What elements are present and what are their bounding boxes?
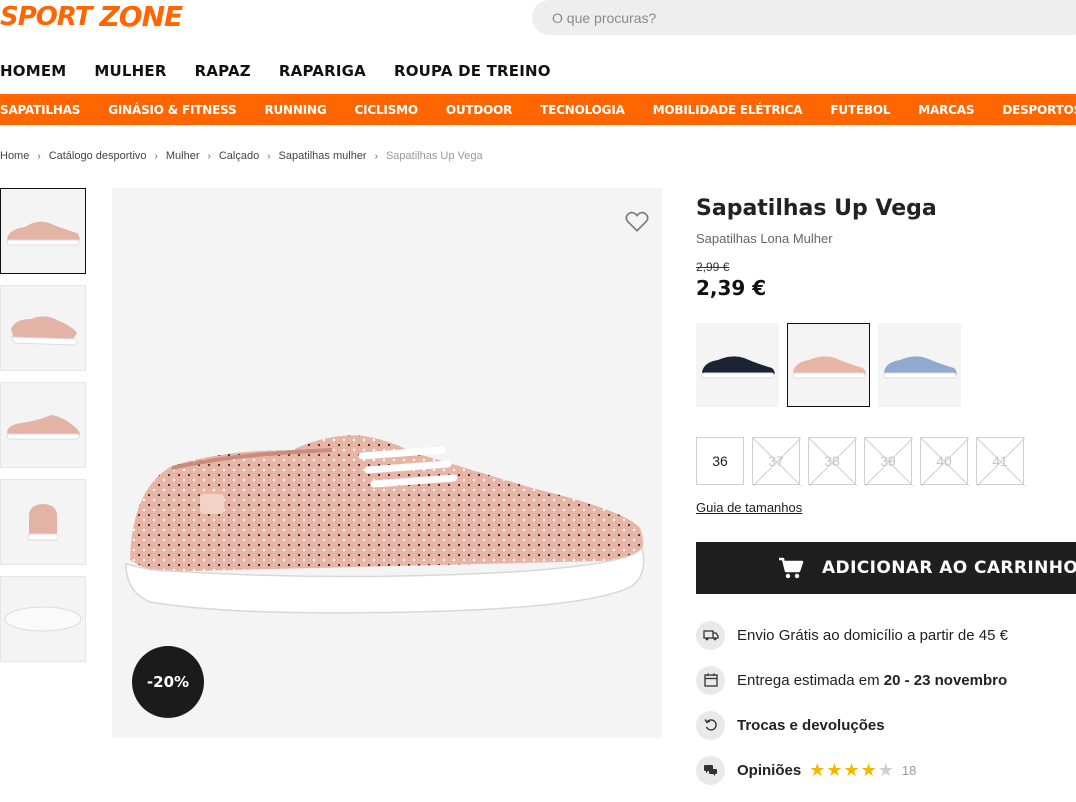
- perk-shipping-text: Envio Grátis ao domicílio a partir de 45…: [737, 626, 1008, 644]
- search-input[interactable]: [552, 9, 1032, 26]
- perk-delivery-prefix: Entrega estimada em: [737, 671, 884, 689]
- size-option-36[interactable]: 36: [696, 437, 744, 485]
- chevron-right-icon: ›: [37, 150, 41, 162]
- breadcrumb-calcado[interactable]: Calçado: [219, 150, 259, 162]
- thumbnail-2[interactable]: [0, 285, 86, 371]
- breadcrumb: Home › Catálogo desportivo › Mulher › Ca…: [0, 150, 483, 162]
- category-ciclismo[interactable]: CICLISMO: [355, 103, 419, 117]
- category-outdoor[interactable]: OUTDOOR: [446, 103, 513, 117]
- add-to-cart-button[interactable]: ADICIONAR AO CARRINHO: [696, 542, 1076, 594]
- main-product-image[interactable]: -20%: [112, 188, 662, 738]
- nav-mulher[interactable]: MULHER: [94, 62, 166, 86]
- shoe-light-blue-image: [883, 356, 957, 379]
- star-icon: ★: [843, 760, 860, 780]
- old-price: 2,99 €: [696, 260, 730, 274]
- breadcrumb-home[interactable]: Home: [0, 150, 29, 162]
- heart-icon[interactable]: [624, 208, 650, 234]
- shoe-navy-image: [701, 356, 775, 379]
- perk-returns-text: Trocas e devoluções: [737, 716, 885, 734]
- size-option-40: 40: [920, 437, 969, 486]
- nav-rapariga[interactable]: RAPARIGA: [279, 62, 366, 86]
- chevron-right-icon: ›: [374, 150, 378, 162]
- size-option-39: 39: [864, 437, 913, 486]
- color-option-navy[interactable]: [696, 323, 779, 407]
- logo-zone: ZONE: [99, 0, 183, 33]
- shoe-angle-image: [10, 316, 78, 346]
- color-option-light-blue[interactable]: [878, 323, 961, 407]
- perk-returns[interactable]: Trocas e devoluções: [696, 710, 1076, 740]
- category-mobilidade-eletrica[interactable]: MOBILIDADE ELÉTRICA: [653, 103, 803, 117]
- nav-rapaz[interactable]: RAPAZ: [195, 62, 251, 86]
- unavailable-cross: [977, 438, 1025, 486]
- unavailable-cross: [809, 438, 857, 486]
- nav-roupa-de-treino[interactable]: ROUPA DE TREINO: [394, 62, 551, 86]
- perk-shipping: Envio Grátis ao domicílio a partir de 45…: [696, 620, 1076, 650]
- perks-list: Envio Grátis ao domicílio a partir de 45…: [696, 620, 1076, 800]
- main-nav: HOMEM MULHER RAPAZ RAPARIGA ROUPA DE TRE…: [0, 62, 551, 86]
- breadcrumb-mulher[interactable]: Mulher: [166, 150, 200, 162]
- breadcrumb-sapatilhas-mulher[interactable]: Sapatilhas mulher: [279, 150, 367, 162]
- perk-reviews[interactable]: Opiniões ★ ★ ★ ★ ★ 18: [696, 755, 1076, 785]
- category-sapatilhas[interactable]: SAPATILHAS: [0, 103, 80, 117]
- perk-delivery: Entrega estimada em 20 - 23 novembro: [696, 665, 1076, 695]
- product-title: Sapatilhas Up Vega: [696, 196, 937, 221]
- shoe-inner-side-image: [6, 415, 80, 440]
- size-option-41: 41: [976, 437, 1025, 486]
- category-running[interactable]: RUNNING: [264, 103, 326, 117]
- star-icon: ★: [826, 760, 843, 780]
- cart-icon: [779, 557, 804, 579]
- unavailable-cross: [753, 438, 801, 486]
- return-arrow-icon: [696, 710, 725, 740]
- star-icon: ★: [809, 760, 826, 780]
- shoe-sole-image: [4, 606, 82, 632]
- size-selector: 36 37 38 39 40 41: [696, 437, 1025, 486]
- unavailable-cross: [865, 438, 913, 486]
- category-futebol[interactable]: FUTEBOL: [830, 103, 890, 117]
- color-option-pink[interactable]: [787, 323, 870, 407]
- category-tecnologia[interactable]: TECNOLOGIA: [540, 103, 625, 117]
- add-to-cart-label: ADICIONAR AO CARRINHO: [822, 558, 1076, 578]
- logo-sport: SPORT: [0, 2, 92, 32]
- discount-badge: -20%: [132, 646, 204, 718]
- current-price: 2,39 €: [696, 276, 767, 300]
- rating-stars: ★ ★ ★ ★ ★: [809, 761, 894, 779]
- product-info: Sapatilhas Up Vega Sapatilhas Lona Mulhe…: [696, 196, 1076, 300]
- nav-homem[interactable]: HOMEM: [0, 62, 66, 86]
- shoe-side-image: [6, 221, 80, 246]
- chevron-right-icon: ›: [267, 150, 271, 162]
- reviews-count: 18: [901, 762, 917, 778]
- unavailable-cross: [921, 438, 969, 486]
- chevron-right-icon: ›: [154, 150, 158, 162]
- perk-delivery-dates: 20 - 23 novembro: [883, 671, 1008, 689]
- chevron-right-icon: ›: [207, 150, 211, 162]
- chat-bubbles-icon: [696, 755, 725, 785]
- brand-logo[interactable]: SPORT ZONE: [0, 0, 183, 34]
- size-guide-link[interactable]: Guia de tamanhos: [696, 500, 802, 515]
- thumbnail-list: [0, 188, 86, 673]
- calendar-icon: [696, 665, 725, 695]
- truck-icon: [696, 620, 725, 650]
- product-subtitle: Sapatilhas Lona Mulher: [696, 231, 833, 246]
- thumbnail-3[interactable]: [0, 382, 86, 468]
- reviews-label: Opiniões: [737, 761, 802, 779]
- breadcrumb-catalogo[interactable]: Catálogo desportivo: [49, 150, 147, 162]
- category-ginasio-fitness[interactable]: GINÁSIO & FITNESS: [108, 103, 236, 117]
- search-bar[interactable]: [532, 0, 1076, 35]
- shoe-pink-image: [792, 356, 866, 379]
- shoe-back-image: [27, 504, 59, 541]
- star-icon: ★: [860, 760, 877, 780]
- category-desportos[interactable]: DESPORTOS: [1002, 103, 1076, 117]
- shoe-main-image: [125, 435, 645, 614]
- breadcrumb-current: Sapatilhas Up Vega: [385, 150, 483, 162]
- thumbnail-1[interactable]: [0, 188, 86, 274]
- size-option-38: 38: [808, 437, 857, 486]
- category-bar: SAPATILHAS GINÁSIO & FITNESS RUNNING CIC…: [0, 94, 1076, 125]
- color-selector: [696, 323, 961, 407]
- size-option-37: 37: [752, 437, 801, 486]
- star-icon: ★: [877, 760, 894, 780]
- thumbnail-5[interactable]: [0, 576, 86, 662]
- category-marcas[interactable]: MARCAS: [918, 103, 974, 117]
- thumbnail-4[interactable]: [0, 479, 86, 565]
